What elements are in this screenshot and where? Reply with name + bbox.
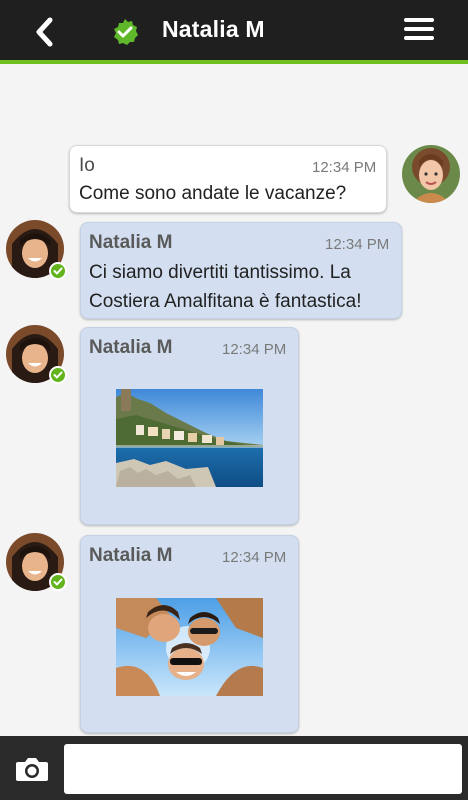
camera-icon	[16, 758, 48, 781]
message-time: 12:34 PM	[312, 159, 377, 176]
online-check-icon	[49, 366, 67, 384]
message-incoming[interactable]: Natalia M 12:34 PM Ci siamo divertiti ta…	[80, 222, 402, 319]
composer-bar	[0, 736, 468, 800]
menu-button[interactable]	[404, 18, 434, 46]
online-check-icon	[49, 573, 67, 591]
online-check-icon	[49, 262, 67, 280]
message-sender: Natalia M	[89, 337, 173, 358]
message-sender: Natalia M	[89, 545, 173, 566]
chat-title: Natalia M	[162, 16, 265, 42]
message-input[interactable]	[64, 744, 462, 794]
message-time: 12:34 PM	[325, 236, 390, 253]
hamburger-menu-icon	[404, 18, 434, 40]
message-time: 12:34 PM	[222, 549, 287, 566]
message-time: 12:34 PM	[222, 341, 287, 358]
message-outgoing[interactable]: Io 12:34 PM Come sono andate le vacanze?	[69, 145, 387, 213]
message-text-line-2: Costiera Amalfitana è fantastica!	[89, 291, 362, 312]
message-sender: Natalia M	[89, 232, 173, 253]
photo-coastline[interactable]	[116, 389, 263, 487]
photo-friends[interactable]	[116, 598, 263, 696]
avatar-me	[402, 145, 460, 203]
message-text: Come sono andate le vacanze?	[79, 183, 347, 204]
message-incoming-photo[interactable]: Natalia M 12:34 PM	[80, 327, 299, 525]
camera-button[interactable]	[15, 756, 49, 782]
message-incoming-photo[interactable]: Natalia M 12:34 PM	[80, 535, 299, 733]
message-sender: Io	[79, 155, 95, 176]
back-button[interactable]	[30, 14, 62, 50]
verified-check-icon	[111, 18, 139, 46]
message-text-line-1: Ci siamo divertiti tantissimo. La	[89, 262, 351, 283]
top-bar: Natalia M	[0, 0, 468, 64]
chevron-left-icon	[36, 17, 53, 47]
